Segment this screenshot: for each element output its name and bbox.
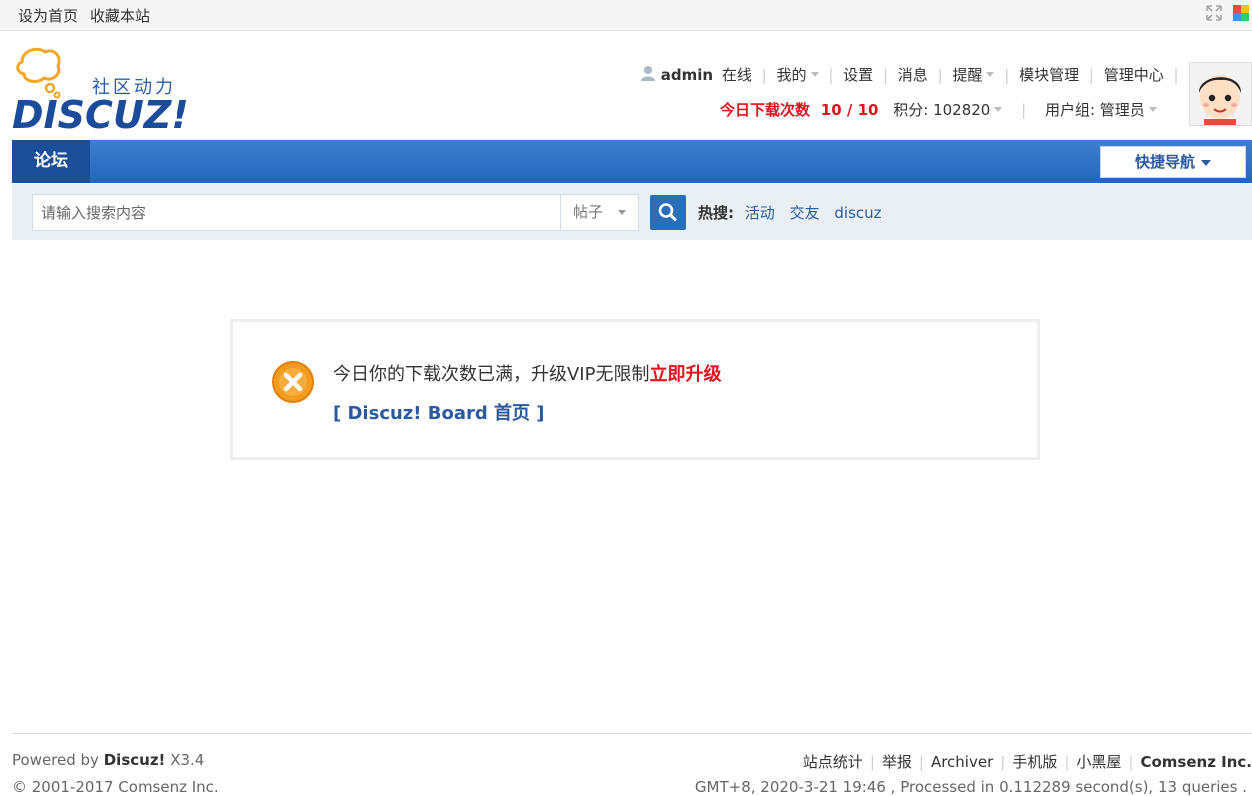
admin-center-link[interactable]: 管理中心 xyxy=(1104,64,1164,85)
reminders-menu[interactable]: 提醒 xyxy=(952,64,995,85)
user-menu: admin 在线 | 我的 | 设置 | 消息 | 提醒 | 模块管理 | 管理… xyxy=(640,64,1218,88)
main-nav: 论坛 快捷导航 xyxy=(12,140,1252,183)
version-label: X3.4 xyxy=(170,751,205,769)
caret-down-icon xyxy=(1201,159,1211,166)
copyright: © 2001-2017 Comsenz Inc. xyxy=(12,778,219,796)
archiver-link[interactable]: Archiver xyxy=(931,753,993,771)
settings-link[interactable]: 设置 xyxy=(843,64,873,85)
search-button[interactable] xyxy=(650,195,686,230)
footer-links: 站点统计 | 举报 | Archiver | 手机版 | 小黑屋 | Comsenz Inc. xyxy=(802,753,1252,771)
footer-stats: GMT+8, 2020-3-21 19:46 , Processed in 0.… xyxy=(694,778,1247,796)
download-count: 10 / 10 xyxy=(820,100,879,119)
chevron-down-icon xyxy=(810,72,819,77)
hot-searches: 热搜: 活动 交友 discuz xyxy=(698,202,892,223)
color-theme-icon[interactable] xyxy=(1232,4,1250,22)
username-link[interactable]: admin xyxy=(661,66,713,84)
footer-divider xyxy=(12,733,1252,734)
chevron-down-icon xyxy=(986,72,995,77)
product-link[interactable]: Discuz! xyxy=(104,751,166,769)
module-admin-link[interactable]: 模块管理 xyxy=(1019,64,1079,85)
hot-search-label: 热搜: xyxy=(698,204,734,222)
alert-text: 今日你的下载次数已满，升级VIP无限制 xyxy=(333,364,650,385)
quick-nav-button[interactable]: 快捷导航 xyxy=(1100,146,1246,178)
report-link[interactable]: 举报 xyxy=(882,753,912,771)
user-icon xyxy=(640,65,656,85)
message-box: 今日你的下载次数已满，升级VIP无限制立即升级 [ Discuz! Board … xyxy=(230,319,1040,460)
mobile-link[interactable]: 手机版 xyxy=(1012,753,1057,771)
avatar[interactable] xyxy=(1189,62,1252,126)
powered-by: Powered by Discuz! X3.4 xyxy=(12,751,205,769)
user-group-menu[interactable]: 用户组: 管理员 xyxy=(1045,99,1157,120)
my-menu[interactable]: 我的 xyxy=(777,64,819,85)
messages-link[interactable]: 消息 xyxy=(898,64,928,85)
set-homepage-link[interactable]: 设为首页 xyxy=(18,5,78,26)
download-count-label: 今日下载次数 xyxy=(720,101,811,119)
blacklist-link[interactable]: 小黑屋 xyxy=(1076,753,1121,771)
hot-term-link[interactable]: 活动 xyxy=(745,204,775,222)
site-logo[interactable]: 社区动力 DISCUZ! xyxy=(12,44,192,137)
hot-term-link[interactable]: 交友 xyxy=(790,204,820,222)
logo-wordmark: DISCUZ! xyxy=(12,93,189,134)
chevron-down-icon xyxy=(618,210,626,215)
hot-term-link[interactable]: discuz xyxy=(834,204,881,222)
top-toolbar: 设为首页 收藏本站 xyxy=(0,0,1252,31)
chevron-down-icon xyxy=(994,107,1003,112)
bookmark-link[interactable]: 收藏本站 xyxy=(90,5,150,26)
alert-message: 今日你的下载次数已满，升级VIP无限制立即升级 xyxy=(333,360,721,386)
thought-bubble-icon: 社区动力 DISCUZ! xyxy=(12,47,189,137)
tab-forum[interactable]: 论坛 xyxy=(12,140,90,183)
fullscreen-icon[interactable] xyxy=(1205,4,1223,22)
board-home-link[interactable]: [ Discuz! Board 首页 ] xyxy=(333,399,545,425)
error-icon xyxy=(272,361,314,403)
online-status[interactable]: 在线 xyxy=(722,64,752,85)
quick-nav-label: 快捷导航 xyxy=(1134,153,1195,171)
search-type-select[interactable]: 帖子 xyxy=(560,194,639,231)
company-link[interactable]: Comsenz Inc. xyxy=(1140,753,1252,771)
search-icon xyxy=(658,203,677,221)
site-stats-link[interactable]: 站点统计 xyxy=(803,753,863,771)
points-menu[interactable]: 积分: 102820 xyxy=(893,99,1003,120)
search-bar: 帖子 热搜: 活动 交友 discuz xyxy=(12,184,1252,240)
upgrade-link[interactable]: 立即升级 xyxy=(649,364,721,385)
chevron-down-icon xyxy=(1148,107,1157,112)
search-input[interactable] xyxy=(32,194,560,231)
search-type-label: 帖子 xyxy=(573,203,604,221)
user-stats: 今日下载次数 10 / 10 积分: 102820 | 用户组: 管理员 xyxy=(720,99,1185,123)
